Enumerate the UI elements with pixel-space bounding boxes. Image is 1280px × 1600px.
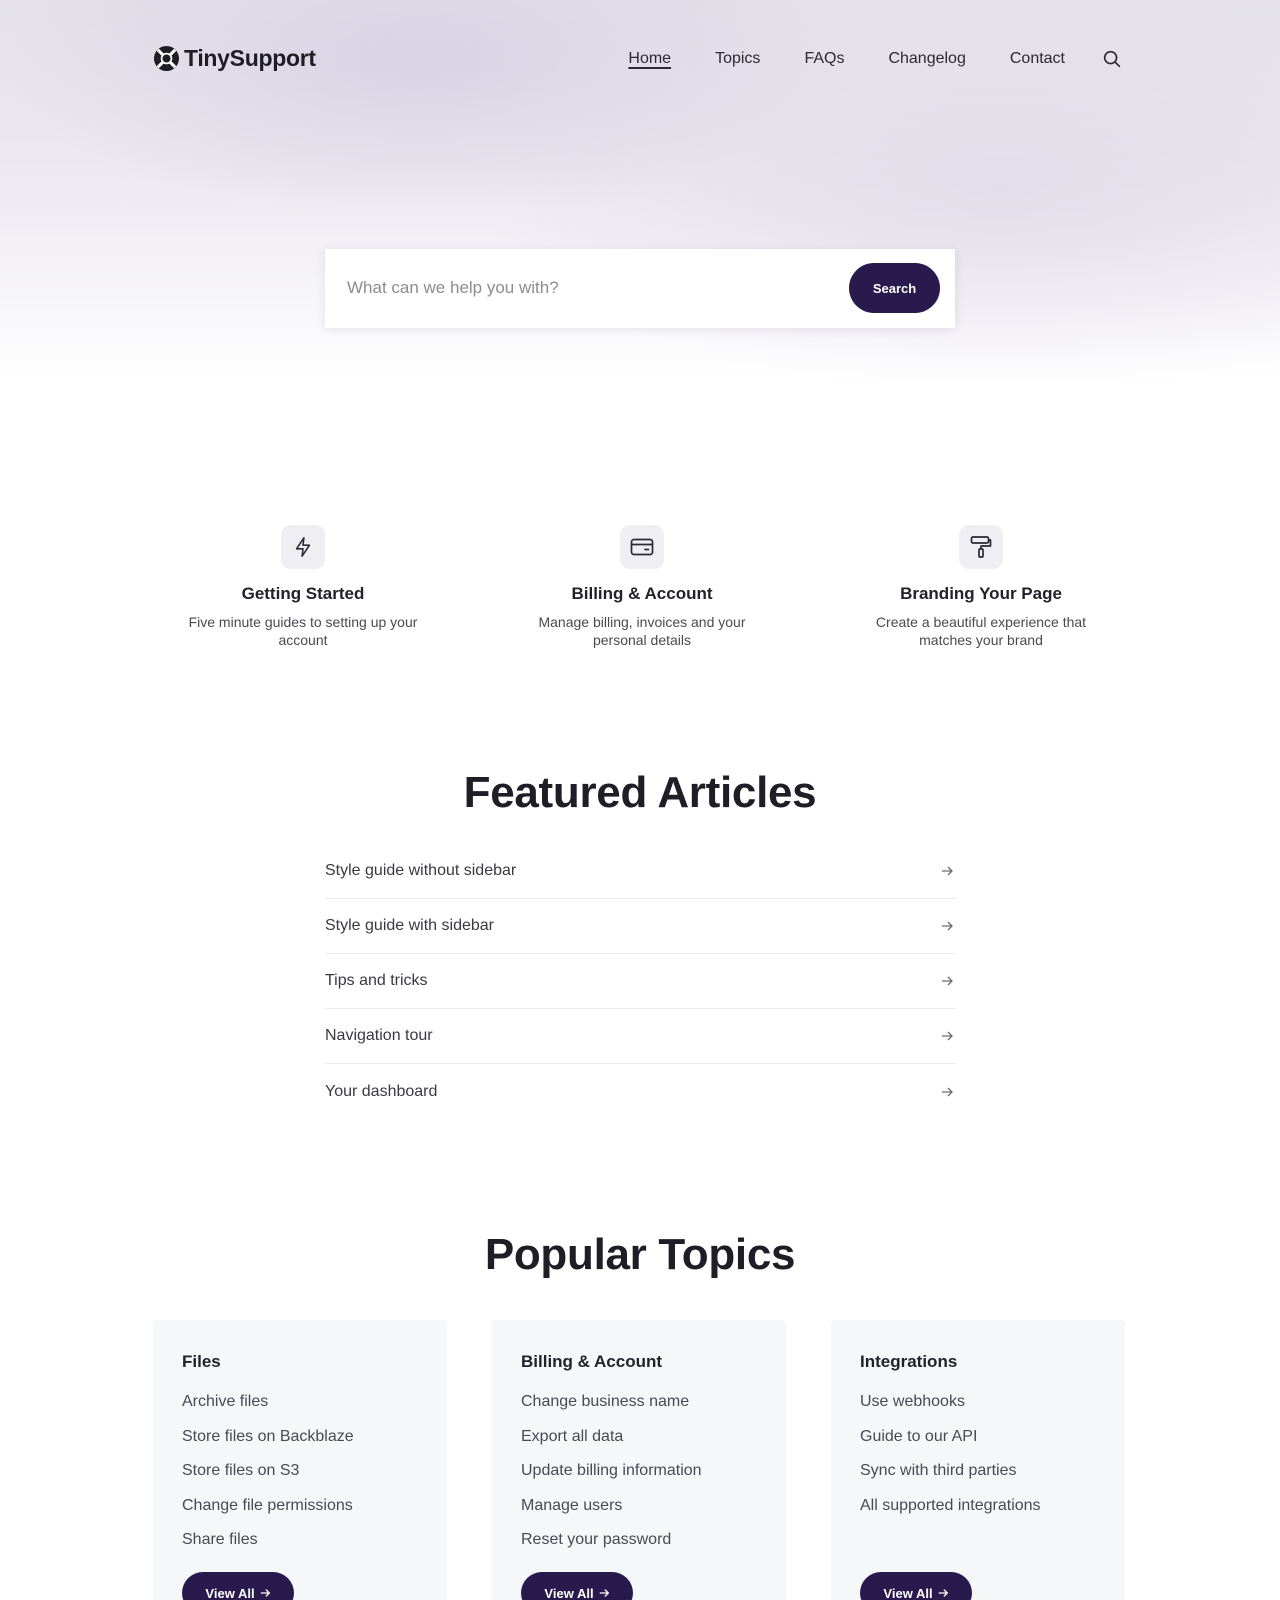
- nav-home[interactable]: Home: [628, 48, 671, 70]
- search-icon[interactable]: [1101, 48, 1123, 70]
- search-bar: Search: [325, 249, 955, 328]
- topic-card-billing: Billing & Account Change business name E…: [492, 1320, 786, 1600]
- topic-link[interactable]: Sync with third parties: [860, 1454, 1096, 1489]
- featured-articles-heading: Featured Articles: [463, 768, 817, 817]
- feature-billing-account[interactable]: Billing & Account Manage billing, invoic…: [492, 525, 792, 649]
- article-title: Style guide without sidebar: [325, 862, 517, 879]
- arrow-right-icon: [942, 866, 953, 876]
- article-link[interactable]: Your dashboard: [325, 1064, 956, 1119]
- topic-title: Integrations: [860, 1352, 958, 1371]
- view-all-button[interactable]: View All: [182, 1572, 294, 1600]
- feature-title: Getting Started: [241, 584, 365, 603]
- topic-link[interactable]: Share files: [182, 1523, 418, 1558]
- view-all-label: View All: [883, 1585, 933, 1600]
- feature-branding[interactable]: Branding Your Page Create a beautiful ex…: [831, 525, 1131, 649]
- main-nav: Home Topics FAQs Changelog Contact: [584, 48, 1123, 70]
- page: TinySupport Home Topics FAQs Changelog C…: [0, 0, 1280, 1600]
- topic-card-integrations: Integrations Use webhooks Guide to our A…: [831, 1320, 1125, 1600]
- topic-link[interactable]: All supported integrations: [860, 1489, 1096, 1524]
- topic-title: Files: [182, 1352, 221, 1371]
- nav-contact[interactable]: Contact: [1010, 48, 1065, 70]
- arrow-right-icon: [942, 1031, 953, 1041]
- view-all-button[interactable]: View All: [860, 1572, 972, 1600]
- topic-link[interactable]: Store files on S3: [182, 1454, 418, 1489]
- article-link[interactable]: Tips and tricks: [325, 954, 956, 1009]
- article-title: Style guide with sidebar: [325, 917, 494, 934]
- topic-card-files: Files Archive files Store files on Backb…: [153, 1320, 447, 1600]
- credit-card-icon: [620, 525, 664, 569]
- feature-description: Five minute guides to setting up your ac…: [188, 614, 418, 648]
- logo-link[interactable]: TinySupport: [153, 45, 316, 72]
- view-all-label: View All: [205, 1585, 255, 1600]
- topic-link[interactable]: Update billing information: [521, 1454, 757, 1489]
- arrow-right-icon: [260, 1589, 270, 1597]
- arrow-right-icon: [942, 1087, 953, 1096]
- topic-link[interactable]: Manage users: [521, 1489, 757, 1524]
- paint-roller-icon: [959, 525, 1003, 569]
- arrow-right-icon: [942, 976, 953, 986]
- search-input[interactable]: [347, 269, 827, 307]
- popular-topics-heading: Popular Topics: [484, 1230, 796, 1279]
- popular-topics-grid: Files Archive files Store files on Backb…: [153, 1320, 1128, 1600]
- feature-description: Create a beautiful experience that match…: [875, 614, 1087, 648]
- feature-title: Branding Your Page: [900, 584, 1062, 603]
- article-link[interactable]: Style guide without sidebar: [325, 844, 956, 899]
- feature-title: Billing & Account: [571, 584, 713, 603]
- lifebuoy-logo-icon: [153, 45, 180, 72]
- article-title: Navigation tour: [325, 1027, 433, 1044]
- topic-link[interactable]: Use webhooks: [860, 1385, 1096, 1420]
- topic-link[interactable]: Archive files: [182, 1385, 418, 1420]
- arrow-right-icon: [599, 1589, 609, 1597]
- arrow-right-icon: [938, 1589, 948, 1597]
- view-all-label: View All: [544, 1585, 594, 1600]
- arrow-right-icon: [942, 921, 953, 931]
- article-title: Your dashboard: [325, 1082, 438, 1100]
- brand-name: TinySupport: [184, 45, 316, 71]
- article-link[interactable]: Style guide with sidebar: [325, 899, 956, 954]
- view-all-button[interactable]: View All: [521, 1572, 633, 1600]
- nav-changelog[interactable]: Changelog: [888, 48, 965, 70]
- article-link[interactable]: Navigation tour: [325, 1009, 956, 1064]
- feature-description: Manage billing, invoices and your person…: [538, 614, 746, 648]
- nav-faqs[interactable]: FAQs: [804, 48, 844, 70]
- site-header: TinySupport Home Topics FAQs Changelog C…: [153, 44, 1123, 76]
- feature-getting-started[interactable]: Getting Started Five minute guides to se…: [153, 525, 453, 649]
- topic-link[interactable]: Change file permissions: [182, 1489, 418, 1524]
- search-button[interactable]: Search: [849, 263, 940, 313]
- topic-link[interactable]: Export all data: [521, 1420, 757, 1455]
- featured-articles-list: Style guide without sidebar Style guide …: [325, 844, 956, 1119]
- topic-link[interactable]: Guide to our API: [860, 1420, 1096, 1455]
- lightning-icon: [281, 525, 325, 569]
- topic-link[interactable]: Reset your password: [521, 1523, 757, 1558]
- topic-link[interactable]: Change business name: [521, 1385, 757, 1420]
- topic-link[interactable]: Store files on Backblaze: [182, 1420, 418, 1455]
- topic-title: Billing & Account: [521, 1352, 663, 1371]
- nav-topics[interactable]: Topics: [715, 48, 760, 70]
- article-title: Tips and tricks: [325, 972, 428, 989]
- feature-cards: Getting Started Five minute guides to se…: [153, 525, 1128, 655]
